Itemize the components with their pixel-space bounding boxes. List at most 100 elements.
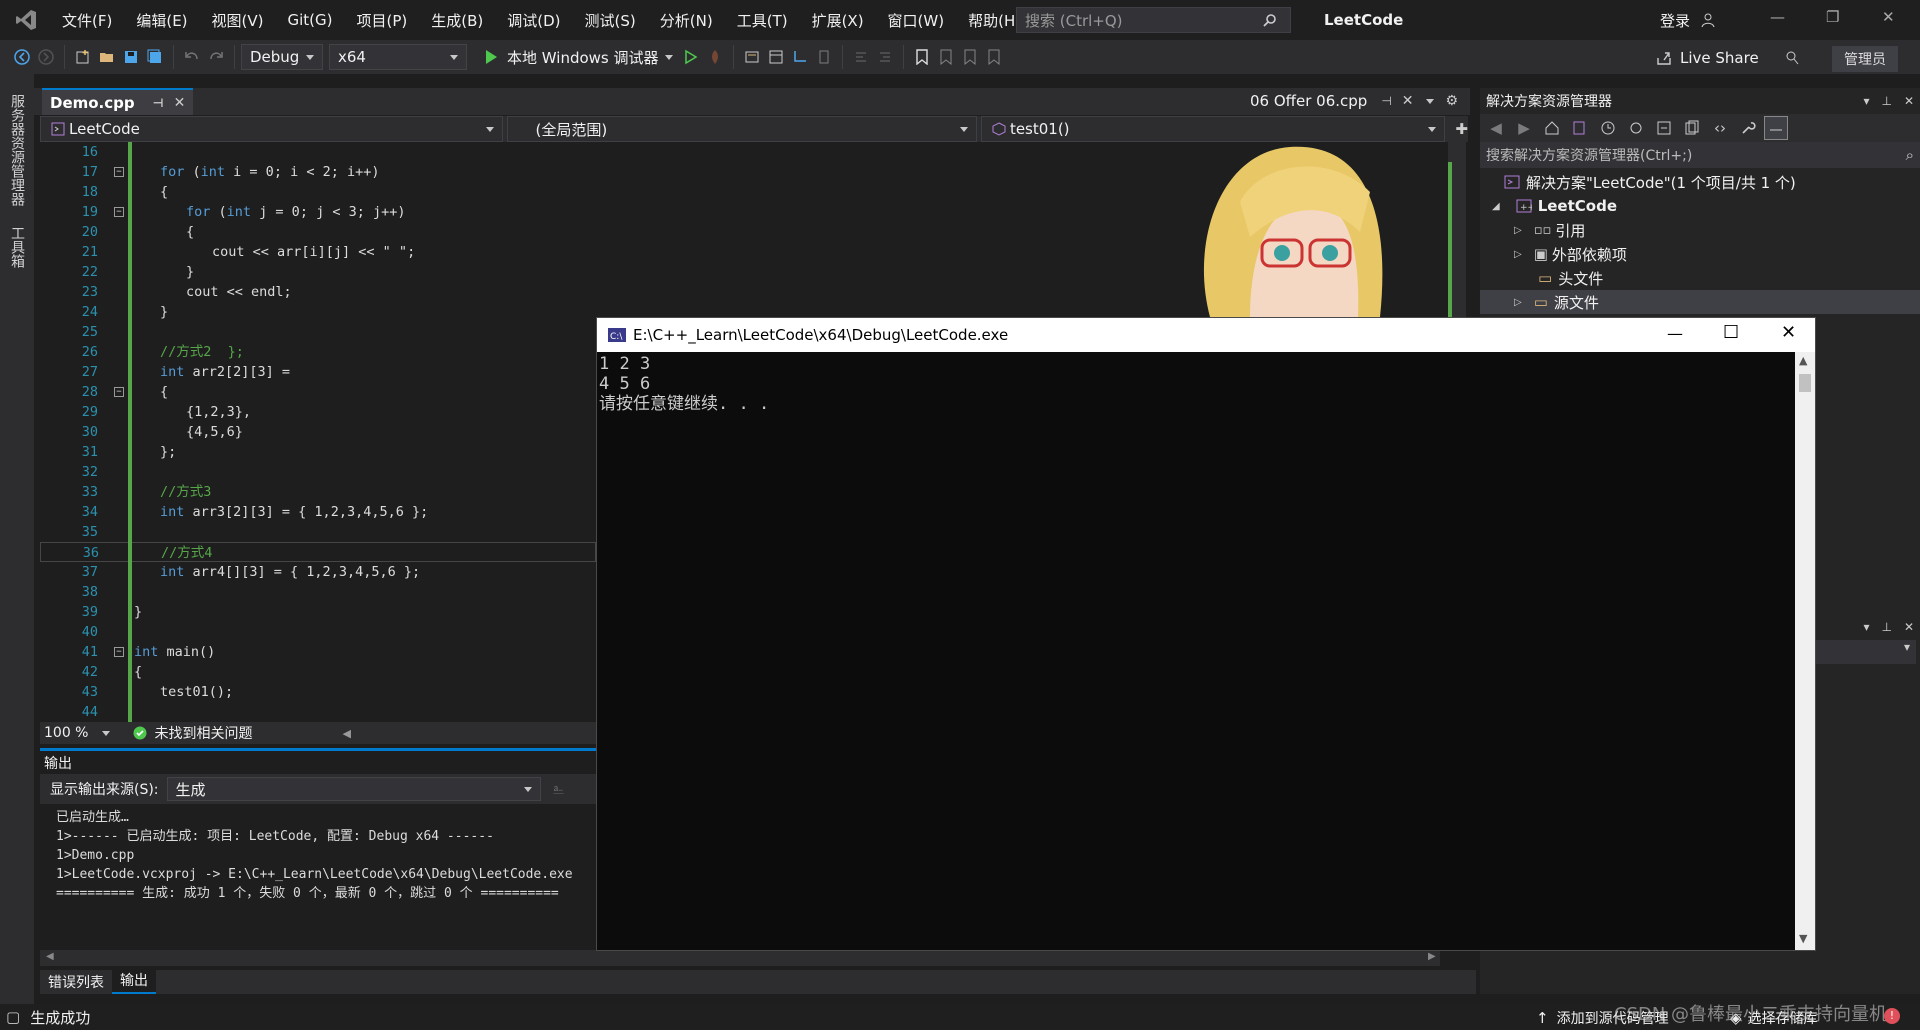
scroll-left-arrow[interactable]: ◀	[342, 727, 350, 740]
menu-item[interactable]: 窗口(W)	[876, 10, 957, 31]
preview-icon[interactable]	[1764, 116, 1788, 140]
tab-demo-cpp[interactable]: Demo.cpp ⊣ ✕	[42, 88, 194, 115]
save-icon[interactable]	[119, 45, 143, 69]
console-scroll-thumb[interactable]	[1799, 374, 1811, 392]
collapse-box-icon[interactable]: −	[114, 647, 124, 657]
chevron-down-icon[interactable]: ▾	[1863, 620, 1869, 634]
console-scrollbar[interactable]: ▲ ▼	[1795, 352, 1815, 950]
menu-item[interactable]: 文件(F)	[50, 10, 124, 31]
gear-icon[interactable]: ⚙	[1446, 93, 1459, 109]
forward-icon[interactable]	[34, 45, 58, 69]
collapsed-arrow-icon[interactable]: ▷	[1514, 225, 1522, 236]
next-bookmark-icon[interactable]	[958, 45, 982, 69]
minimize-button[interactable]: —	[1770, 8, 1785, 26]
console-title-bar[interactable]: C:\ E:\C++_Learn\LeetCode\x64\Debug\Leet…	[597, 318, 1815, 352]
pin-icon[interactable]: ⊥	[1881, 94, 1891, 108]
pin-icon[interactable]: ⊣	[153, 96, 164, 110]
save-all-icon[interactable]	[143, 45, 167, 69]
tree-item-source-files[interactable]: ▷ ▭ 源文件	[1480, 290, 1920, 314]
code-view-icon[interactable]: ‹›	[1708, 116, 1732, 140]
format-icon[interactable]	[812, 45, 836, 69]
new-project-icon[interactable]	[71, 45, 95, 69]
tab-output[interactable]: 输出	[112, 970, 156, 994]
back-icon[interactable]	[10, 45, 34, 69]
open-folder-icon[interactable]	[95, 45, 119, 69]
close-tab-icon[interactable]: ✕	[174, 95, 186, 111]
bookmark-icon[interactable]	[910, 45, 934, 69]
forward-icon[interactable]: ▶	[1512, 116, 1536, 140]
back-icon[interactable]: ◀	[1484, 116, 1508, 140]
platform-dropdown[interactable]: x64	[329, 44, 467, 70]
menu-item[interactable]: 分析(N)	[648, 10, 725, 31]
collapse-box-icon[interactable]: −	[114, 387, 124, 397]
layout-icon[interactable]	[764, 45, 788, 69]
menu-item[interactable]: 测试(S)	[573, 10, 648, 31]
chevron-down-icon[interactable]: ▾	[1863, 94, 1869, 108]
collapse-box-icon[interactable]: −	[114, 207, 124, 217]
collapsed-arrow-icon[interactable]: ▷	[1514, 249, 1522, 260]
collapse-icon[interactable]	[1652, 116, 1676, 140]
close-panel-icon[interactable]: ✕	[1904, 94, 1914, 108]
close-tab-icon[interactable]: ✕	[1402, 93, 1414, 109]
tree-item-project[interactable]: ◢ ++ LeetCode	[1480, 194, 1920, 218]
live-share-button[interactable]: Live Share	[1652, 46, 1759, 70]
output-text[interactable]: 已启动生成… 1>------ 已启动生成: 项目: LeetCode, 配置: …	[40, 804, 596, 903]
collapsed-arrow-icon[interactable]: ▷	[1514, 297, 1522, 308]
console-minimize-button[interactable]: —	[1667, 324, 1683, 343]
prev-bookmark-icon[interactable]	[934, 45, 958, 69]
console-close-button[interactable]: ✕	[1781, 322, 1796, 343]
tree-item-external-deps[interactable]: ▷ ▣ 外部依赖项	[1480, 242, 1920, 266]
function-dropdown[interactable]: test01()	[980, 116, 1446, 142]
menu-item[interactable]: 生成(B)	[419, 10, 495, 31]
issues-status[interactable]: 未找到相关问题	[154, 723, 252, 743]
restore-button[interactable]: ❐	[1826, 8, 1839, 26]
toolbox-tab[interactable]: 工具箱	[7, 220, 27, 274]
scroll-left-arrow[interactable]: ◀	[46, 951, 54, 962]
tree-item-references[interactable]: ▷ ▫▫ 引用	[1480, 218, 1920, 242]
feedback-icon[interactable]	[1780, 46, 1804, 70]
solution-search[interactable]: 搜索解决方案资源管理器(Ctrl+;) ⌕	[1480, 142, 1920, 168]
server-explorer-tab[interactable]: 服务器资源管理器	[7, 88, 27, 212]
scroll-down-arrow[interactable]: ▼	[1799, 932, 1807, 945]
show-all-icon[interactable]	[1680, 116, 1704, 140]
menu-item[interactable]: 调试(D)	[495, 10, 572, 31]
tab-error-list[interactable]: 错误列表	[40, 972, 112, 992]
wrench-icon[interactable]	[1736, 116, 1760, 140]
redo-icon[interactable]	[204, 45, 228, 69]
console-window[interactable]: C:\ E:\C++_Learn\LeetCode\x64\Debug\Leet…	[596, 317, 1816, 951]
scroll-up-arrow[interactable]: ▲	[1799, 354, 1807, 367]
undo-icon[interactable]	[180, 45, 204, 69]
zoom-dropdown[interactable]: 100 %	[40, 725, 111, 741]
output-hscrollbar[interactable]: ◀ ▶	[40, 950, 1440, 966]
console-output[interactable]: 1 2 3 4 5 6 请按任意键继续. . .	[597, 352, 1795, 950]
search-input[interactable]: 搜索 (Ctrl+Q)	[1016, 7, 1291, 33]
start-without-debug-icon[interactable]	[679, 45, 703, 69]
split-editor-icon[interactable]: ✚	[1455, 120, 1468, 138]
sync-icon[interactable]	[1624, 116, 1648, 140]
pin-icon[interactable]: ⊣	[1381, 94, 1391, 108]
menu-item[interactable]: 项目(P)	[345, 10, 420, 31]
close-window-button[interactable]: ✕	[1882, 8, 1895, 26]
menu-item[interactable]: 编辑(E)	[124, 10, 199, 31]
browse-icon[interactable]	[740, 45, 764, 69]
output-source-dropdown[interactable]: 生成	[166, 777, 541, 801]
tab-offer-06[interactable]: 06 Offer 06.cpp ⊣ ✕ ⚙	[1250, 92, 1458, 110]
notification-bell-icon[interactable]: !	[1884, 1008, 1900, 1024]
switch-view-icon[interactable]	[1568, 116, 1592, 140]
collapse-box-icon[interactable]: −	[114, 167, 124, 177]
clear-bookmark-icon[interactable]	[982, 45, 1006, 69]
chevron-down-icon[interactable]	[1425, 98, 1434, 104]
clear-output-icon[interactable]: ⎁	[553, 780, 565, 798]
close-panel-icon[interactable]: ✕	[1904, 620, 1914, 634]
console-maximize-button[interactable]: ☐	[1723, 322, 1739, 343]
configuration-dropdown[interactable]: Debug	[241, 44, 323, 70]
tree-item-solution[interactable]: 解决方案"LeetCode"(1 个项目/共 1 个)	[1480, 170, 1920, 194]
code-editor[interactable]: 16 17 − for (int i = 0; i < 2; i++) 18 {19 − fo…	[40, 142, 596, 722]
hot-reload-icon[interactable]	[703, 45, 727, 69]
expanded-arrow-icon[interactable]: ◢	[1492, 201, 1500, 212]
history-icon[interactable]	[1596, 116, 1620, 140]
menu-item[interactable]: 工具(T)	[725, 10, 800, 31]
step-icon[interactable]	[788, 45, 812, 69]
home-icon[interactable]	[1540, 116, 1564, 140]
pin-icon[interactable]: ⊥	[1881, 620, 1891, 634]
